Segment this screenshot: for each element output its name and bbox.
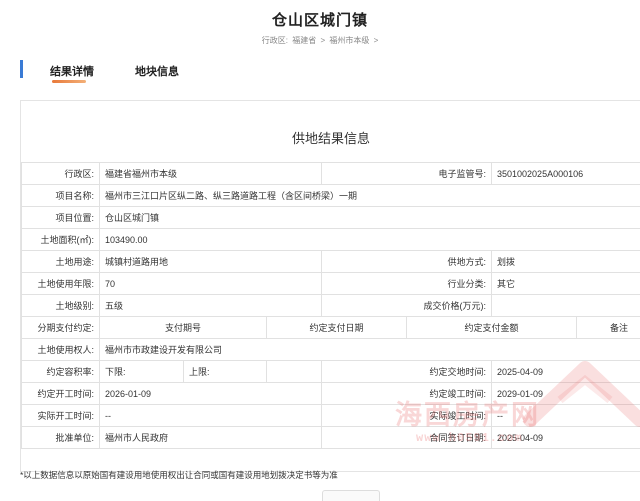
use-years-label: 土地使用年限: [22,273,100,295]
table-row: 项目名称: 福州市三江口片区纵二路、纵三路道路工程（含区间桥梁）一期 [22,185,640,207]
supervision-no-value: 3501002025A000106 [492,163,640,185]
active-tab-underline [52,80,86,83]
table-row: 分期支付约定: 支付期号 约定支付日期 约定支付金额 备注 [22,317,640,339]
watermark-url: www.h0591.com [416,431,523,445]
project-name-value: 福州市三江口片区纵二路、纵三路道路工程（含区间桥梁）一期 [100,185,640,207]
tab-result-details[interactable]: 结果详情 [50,63,94,79]
installment-header-amount: 约定支付金额 [407,317,577,339]
start-date-value: 2026-01-09 [100,383,322,405]
installment-header-remark: 备注 [577,317,640,339]
land-use-label: 土地用途: [22,251,100,273]
table-row: 土地使用年限: 70 行业分类: 其它 [22,273,640,295]
supervision-no-label: 电子监管号: [322,163,492,185]
deal-price-value [492,295,640,317]
plot-ratio-lower-label: 下限: [100,361,184,383]
breadcrumb-separator: > [374,36,379,45]
approver-value: 福州市人民政府 [100,427,322,449]
delivery-date-label: 约定交地时间: [322,361,492,383]
table-row: 项目位置: 仓山区城门镇 [22,207,640,229]
installment-header-period: 支付期号 [100,317,267,339]
project-location-label: 项目位置: [22,207,100,229]
use-years-value: 70 [100,273,322,295]
actual-start-value: -- [100,405,322,427]
page-title: 仓山区城门镇 [0,9,640,30]
land-use-value: 城镇村道路用地 [100,251,322,273]
table-row: 土地用途: 城镇村道路用地 供地方式: 划拨 [22,251,640,273]
watermark-text: 海西房产网 [395,393,540,432]
breadcrumb-item-province[interactable]: 福建省 [292,36,316,45]
land-area-label: 土地面积(㎡): [22,229,100,251]
installments-label: 分期支付约定: [22,317,100,339]
breadcrumb: 行政区: 福建省 > 福州市本级 > [0,35,640,46]
start-date-label: 约定开工时间: [22,383,100,405]
table-row: 行政区: 福建省福州市本级 电子监管号: 3501002025A000106 [22,163,640,185]
land-user-label: 土地使用权人: [22,339,100,361]
district-value: 福建省福州市本级 [100,163,322,185]
supply-method-label: 供地方式: [322,251,492,273]
breadcrumb-prefix: 行政区: [262,36,288,45]
actual-start-label: 实际开工时间: [22,405,100,427]
land-area-value: 103490.00 [100,229,640,251]
plot-ratio-upper-label: 上限: [184,361,267,383]
approver-label: 批准单位: [22,427,100,449]
supply-method-value: 划拨 [492,251,640,273]
breadcrumb-item-city[interactable]: 福州市本级 [329,36,369,45]
plot-ratio-upper-value [267,361,322,383]
tab-parcel-info-label: 地块信息 [135,66,179,78]
project-name-label: 项目名称: [22,185,100,207]
table-row: 土地级别: 五级 成交价格(万元): [22,295,640,317]
deal-price-label: 成交价格(万元): [322,295,492,317]
industry-value: 其它 [492,273,640,295]
panel-title: 供地结果信息 [21,128,640,147]
table-row: 土地面积(㎡): 103490.00 [22,229,640,251]
land-grade-value: 五级 [100,295,322,317]
industry-label: 行业分类: [322,273,492,295]
tab-bar: 结果详情 地块信息 [20,56,640,84]
breadcrumb-separator: > [320,36,325,45]
footnote: *以上数据信息以原始国有建设用地使用权出让合同或国有建设用地划拨决定书等为准 [20,469,338,481]
installment-header-date: 约定支付日期 [267,317,407,339]
plot-ratio-label: 约定容积率: [22,361,100,383]
district-label: 行政区: [22,163,100,185]
tab-bar-marker [20,60,23,78]
tab-parcel-info[interactable]: 地块信息 [135,63,179,79]
project-location-value: 仓山区城门镇 [100,207,640,229]
land-grade-label: 土地级别: [22,295,100,317]
tab-result-details-label: 结果详情 [50,66,94,78]
